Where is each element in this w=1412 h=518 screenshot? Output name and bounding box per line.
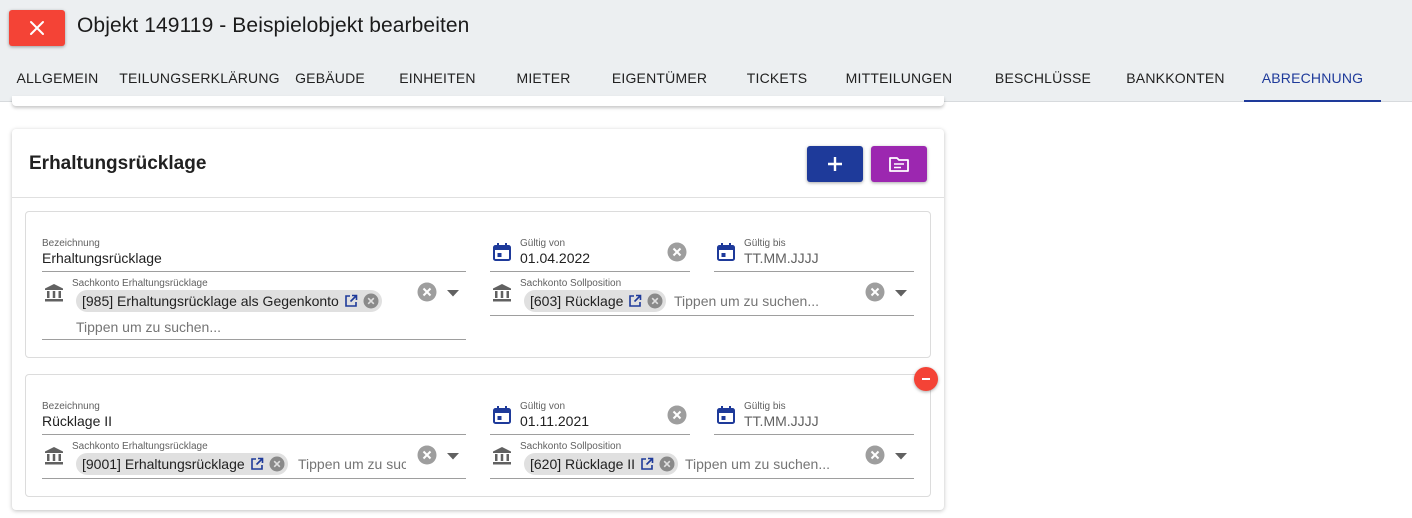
tab-bar: ALLGEMEIN TEILUNGSERKLÄRUNG GEBÄUDE EINH… [0,54,1381,102]
ruecklage-entry: Bezeichnung Erhaltungsrücklage Gültig vo… [25,211,931,358]
tab-bankkonten[interactable]: BANKKONTEN [1111,54,1240,101]
sachkonto-label: Sachkonto Erhaltungsrücklage [72,278,208,289]
clear-icon[interactable] [864,281,886,303]
gueltig-von-underline [490,271,690,272]
gueltig-von-input[interactable]: 01.11.2021 [520,413,589,429]
calendar-icon[interactable] [490,240,514,264]
erhaltungsruecklage-card: Erhaltungsrücklage Bezeichnung Erhaltung… [12,129,944,510]
tab-gebaeude[interactable]: GEBÄUDE [284,54,376,101]
card-title: Erhaltungsrücklage [29,153,207,174]
remove-entry-button[interactable] [914,367,938,391]
bank-icon [42,444,66,468]
chip-label: [603] Rücklage [530,293,624,309]
gueltig-bis-label: Gültig bis [744,401,786,412]
card-divider [12,197,944,198]
dropdown-arrow-icon[interactable] [444,284,462,302]
app-header: Objekt 149119 - Beispielobjekt bearbeite… [0,0,1412,102]
tab-mitteilungen[interactable]: MITTEILUNGEN [823,54,975,101]
sachkonto-search-input[interactable]: Tippen um zu suchen... [76,319,376,335]
bezeichnung-input[interactable]: Erhaltungsrücklage [42,250,162,266]
gueltig-von-label: Gültig von [520,238,566,249]
chip-label: [985] Erhaltungsrücklage als Gegenkonto [82,293,339,309]
sachkonto-chip[interactable]: [985] Erhaltungsrücklage als Gegenkonto [76,290,382,312]
bank-icon [490,444,514,468]
sachkonto-underline [42,478,466,479]
bezeichnung-underline [42,271,466,272]
chip-remove-icon[interactable] [363,293,379,309]
bank-icon [490,281,514,305]
gueltig-bis-input[interactable]: TT.MM.JJJJ [744,250,819,266]
tab-einheiten[interactable]: EINHEITEN [376,54,499,101]
minus-icon [922,378,930,380]
dropdown-arrow-icon[interactable] [892,284,910,302]
gueltig-von-input[interactable]: 01.04.2022 [520,250,590,266]
chip-remove-icon[interactable] [269,456,285,472]
sollposition-label: Sachkonto Sollposition [520,441,622,452]
dropdown-arrow-icon[interactable] [444,447,462,465]
add-button[interactable] [807,146,863,182]
gueltig-bis-input[interactable]: TT.MM.JJJJ [744,413,819,429]
sollposition-chip[interactable]: [620] Rücklage II [524,453,679,475]
open-external-icon[interactable] [640,457,654,471]
calendar-icon[interactable] [490,403,514,427]
chip-remove-icon[interactable] [647,293,663,309]
open-external-icon[interactable] [250,457,264,471]
clear-icon[interactable] [666,241,688,263]
tab-abrechnung[interactable]: ABRECHNUNG [1244,54,1381,102]
tab-beschluesse[interactable]: BESCHLÜSSE [975,54,1111,101]
gueltig-bis-label: Gültig bis [744,238,786,249]
sachkonto-chip[interactable]: [9001] Erhaltungsrücklage [76,453,288,475]
calendar-icon[interactable] [714,240,738,264]
sachkonto-underline [42,339,466,340]
plus-icon [828,157,842,171]
tab-tickets[interactable]: TICKETS [731,54,823,101]
sollposition-underline [490,478,914,479]
clear-icon[interactable] [416,281,438,303]
ruecklage-entry: Bezeichnung Rücklage II Gültig von 01.11… [25,374,931,497]
chip-remove-icon[interactable] [659,456,675,472]
previous-card-edge [12,96,944,106]
document-list-button[interactable] [871,146,927,182]
bezeichnung-input[interactable]: Rücklage II [42,413,112,429]
bank-icon [42,281,66,305]
bezeichnung-label: Bezeichnung [42,401,100,412]
tab-allgemein[interactable]: ALLGEMEIN [0,54,115,101]
open-external-icon[interactable] [344,294,358,308]
sollposition-label: Sachkonto Sollposition [520,278,622,289]
sachkonto-search-input[interactable]: Tippen um zu suchen... [298,456,406,472]
open-external-icon[interactable] [628,294,642,308]
bezeichnung-underline [42,434,466,435]
gueltig-bis-underline [714,271,914,272]
sollposition-search-input[interactable]: Tippen um zu suchen... [685,456,850,472]
sachkonto-label: Sachkonto Erhaltungsrücklage [72,441,208,452]
chip-label: [620] Rücklage II [530,456,636,472]
tab-mieter[interactable]: MIETER [499,54,588,101]
gueltig-von-label: Gültig von [520,401,566,412]
gueltig-bis-underline [714,434,914,435]
sollposition-underline [490,315,914,316]
clear-icon[interactable] [864,444,886,466]
document-list-icon [889,157,909,172]
tab-eigentuemer[interactable]: EIGENTÜMER [588,54,731,101]
tab-teilungserklaerung[interactable]: TEILUNGSERKLÄRUNG [115,54,284,101]
chip-label: [9001] Erhaltungsrücklage [82,456,245,472]
sollposition-chip[interactable]: [603] Rücklage [524,290,667,312]
dropdown-arrow-icon[interactable] [892,447,910,465]
close-icon [30,21,44,35]
calendar-icon[interactable] [714,403,738,427]
page-title: Objekt 149119 - Beispielobjekt bearbeite… [77,14,470,37]
bezeichnung-label: Bezeichnung [42,238,100,249]
gueltig-von-underline [490,434,690,435]
clear-icon[interactable] [666,404,688,426]
sollposition-search-input[interactable]: Tippen um zu suchen... [674,293,844,309]
close-button[interactable] [9,10,65,46]
clear-icon[interactable] [416,444,438,466]
